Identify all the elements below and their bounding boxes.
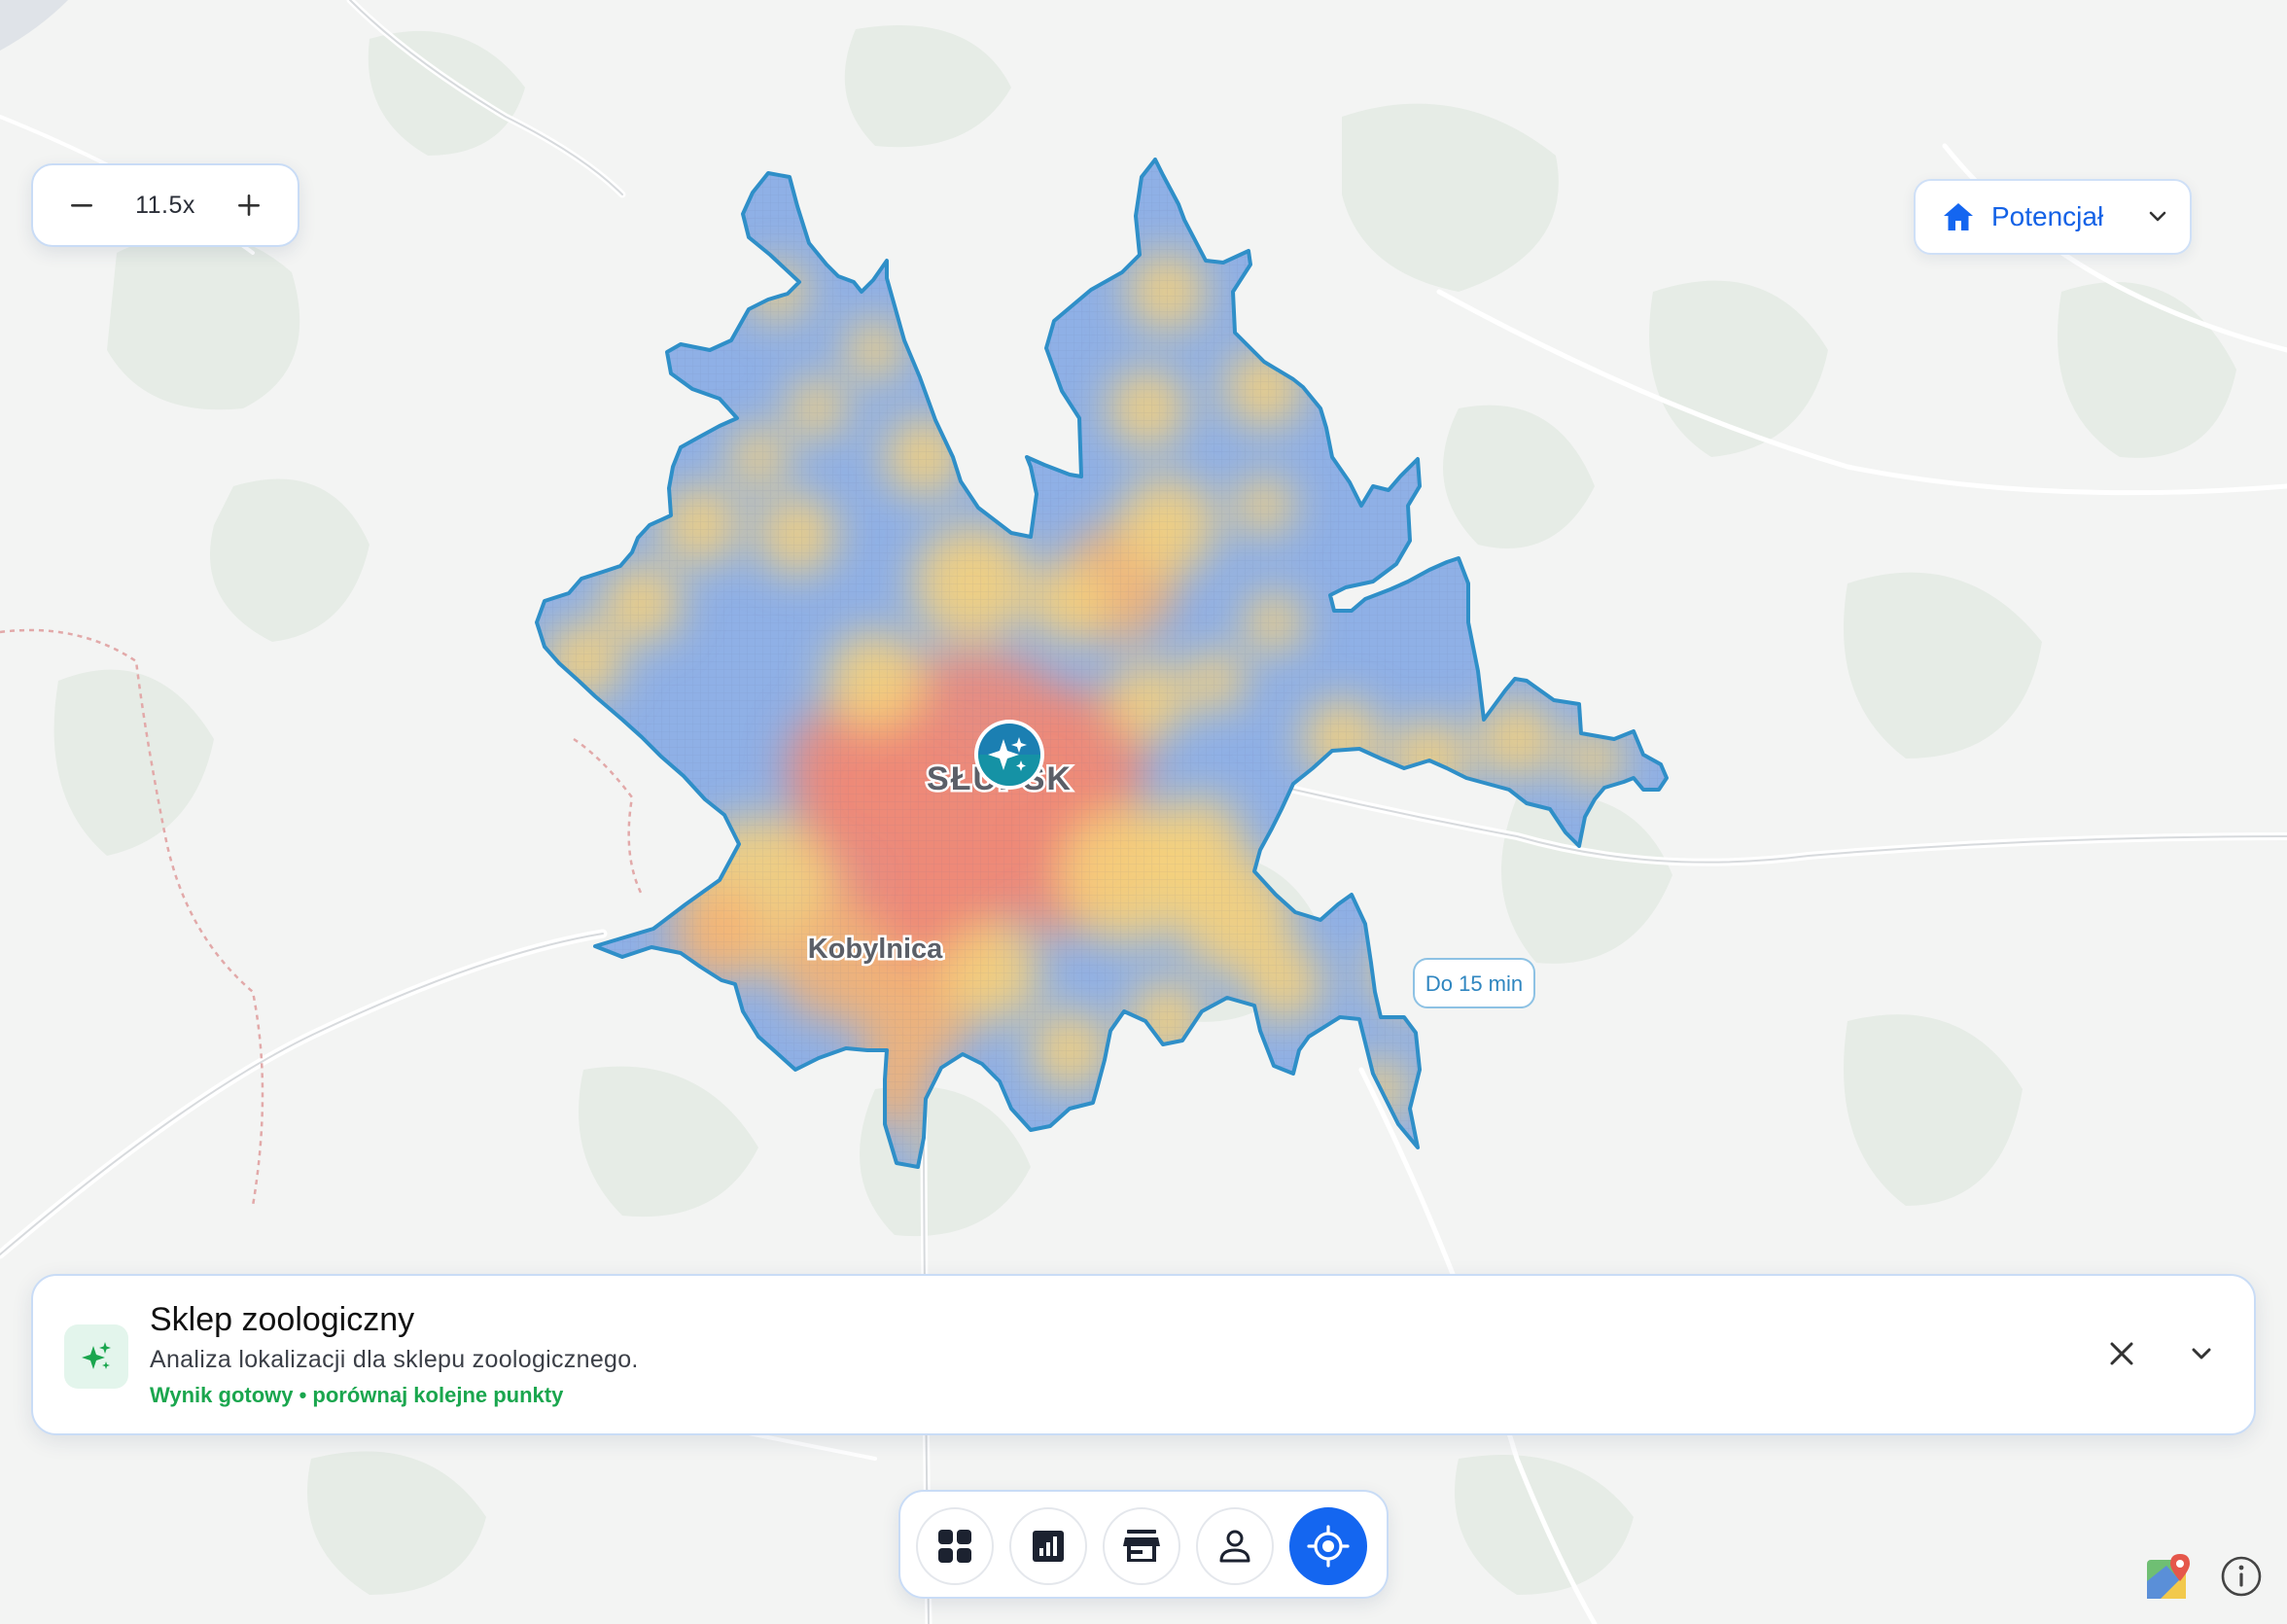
toolbar-location-button[interactable]	[1289, 1507, 1367, 1585]
toolbar-statistics-button[interactable]	[1009, 1507, 1087, 1585]
toolbar-dashboard-button[interactable]	[916, 1507, 994, 1585]
layer-dropdown-label: Potencjał	[1991, 201, 2104, 231]
chevron-down-icon	[2149, 211, 2166, 222]
zoom-in-button[interactable]	[226, 182, 272, 229]
card-title: Sklep zoologiczny	[150, 1301, 415, 1338]
close-icon	[2110, 1342, 2133, 1365]
bottom-toolbar	[898, 1490, 1389, 1599]
chevron-down-icon	[2192, 1348, 2211, 1359]
layer-dropdown[interactable]: Potencjał	[1914, 179, 2192, 255]
toolbar-stores-button[interactable]	[1103, 1507, 1180, 1585]
home-icon	[1944, 203, 1973, 230]
toolbar-profile-button[interactable]	[1196, 1507, 1274, 1585]
expand-button[interactable]	[2172, 1324, 2231, 1383]
analysis-card: Sklep zoologiczny Analiza lokalizacji dl…	[31, 1274, 2256, 1435]
zoom-out-button[interactable]	[58, 182, 105, 229]
zoom-control: 11.5x	[31, 163, 299, 247]
card-subtitle: Analiza lokalizacji dla sklepu zoologicz…	[150, 1346, 639, 1373]
isochrone-label: Do 15 min	[1413, 958, 1535, 1008]
minus-icon	[71, 204, 92, 207]
maps-logo-icon	[2147, 1554, 2190, 1599]
chart-icon	[1033, 1531, 1064, 1562]
person-icon	[1219, 1530, 1250, 1563]
close-button[interactable]	[2093, 1324, 2151, 1383]
place-label-kobylnica: Kobylnica	[808, 934, 943, 965]
card-icon-badge	[64, 1324, 128, 1389]
zoom-level: 11.5x	[135, 191, 195, 219]
svg-text:Do 15 min: Do 15 min	[1425, 971, 1523, 996]
plus-icon	[238, 194, 260, 216]
sparkles-icon	[82, 1342, 111, 1369]
info-icon[interactable]	[2219, 1554, 2264, 1599]
grid-icon	[938, 1530, 971, 1563]
target-icon	[1307, 1525, 1350, 1568]
store-icon	[1123, 1530, 1160, 1562]
card-status: Wynik gotowy • porównaj kolejne punkty	[150, 1383, 564, 1407]
location-marker[interactable]	[974, 720, 1044, 790]
